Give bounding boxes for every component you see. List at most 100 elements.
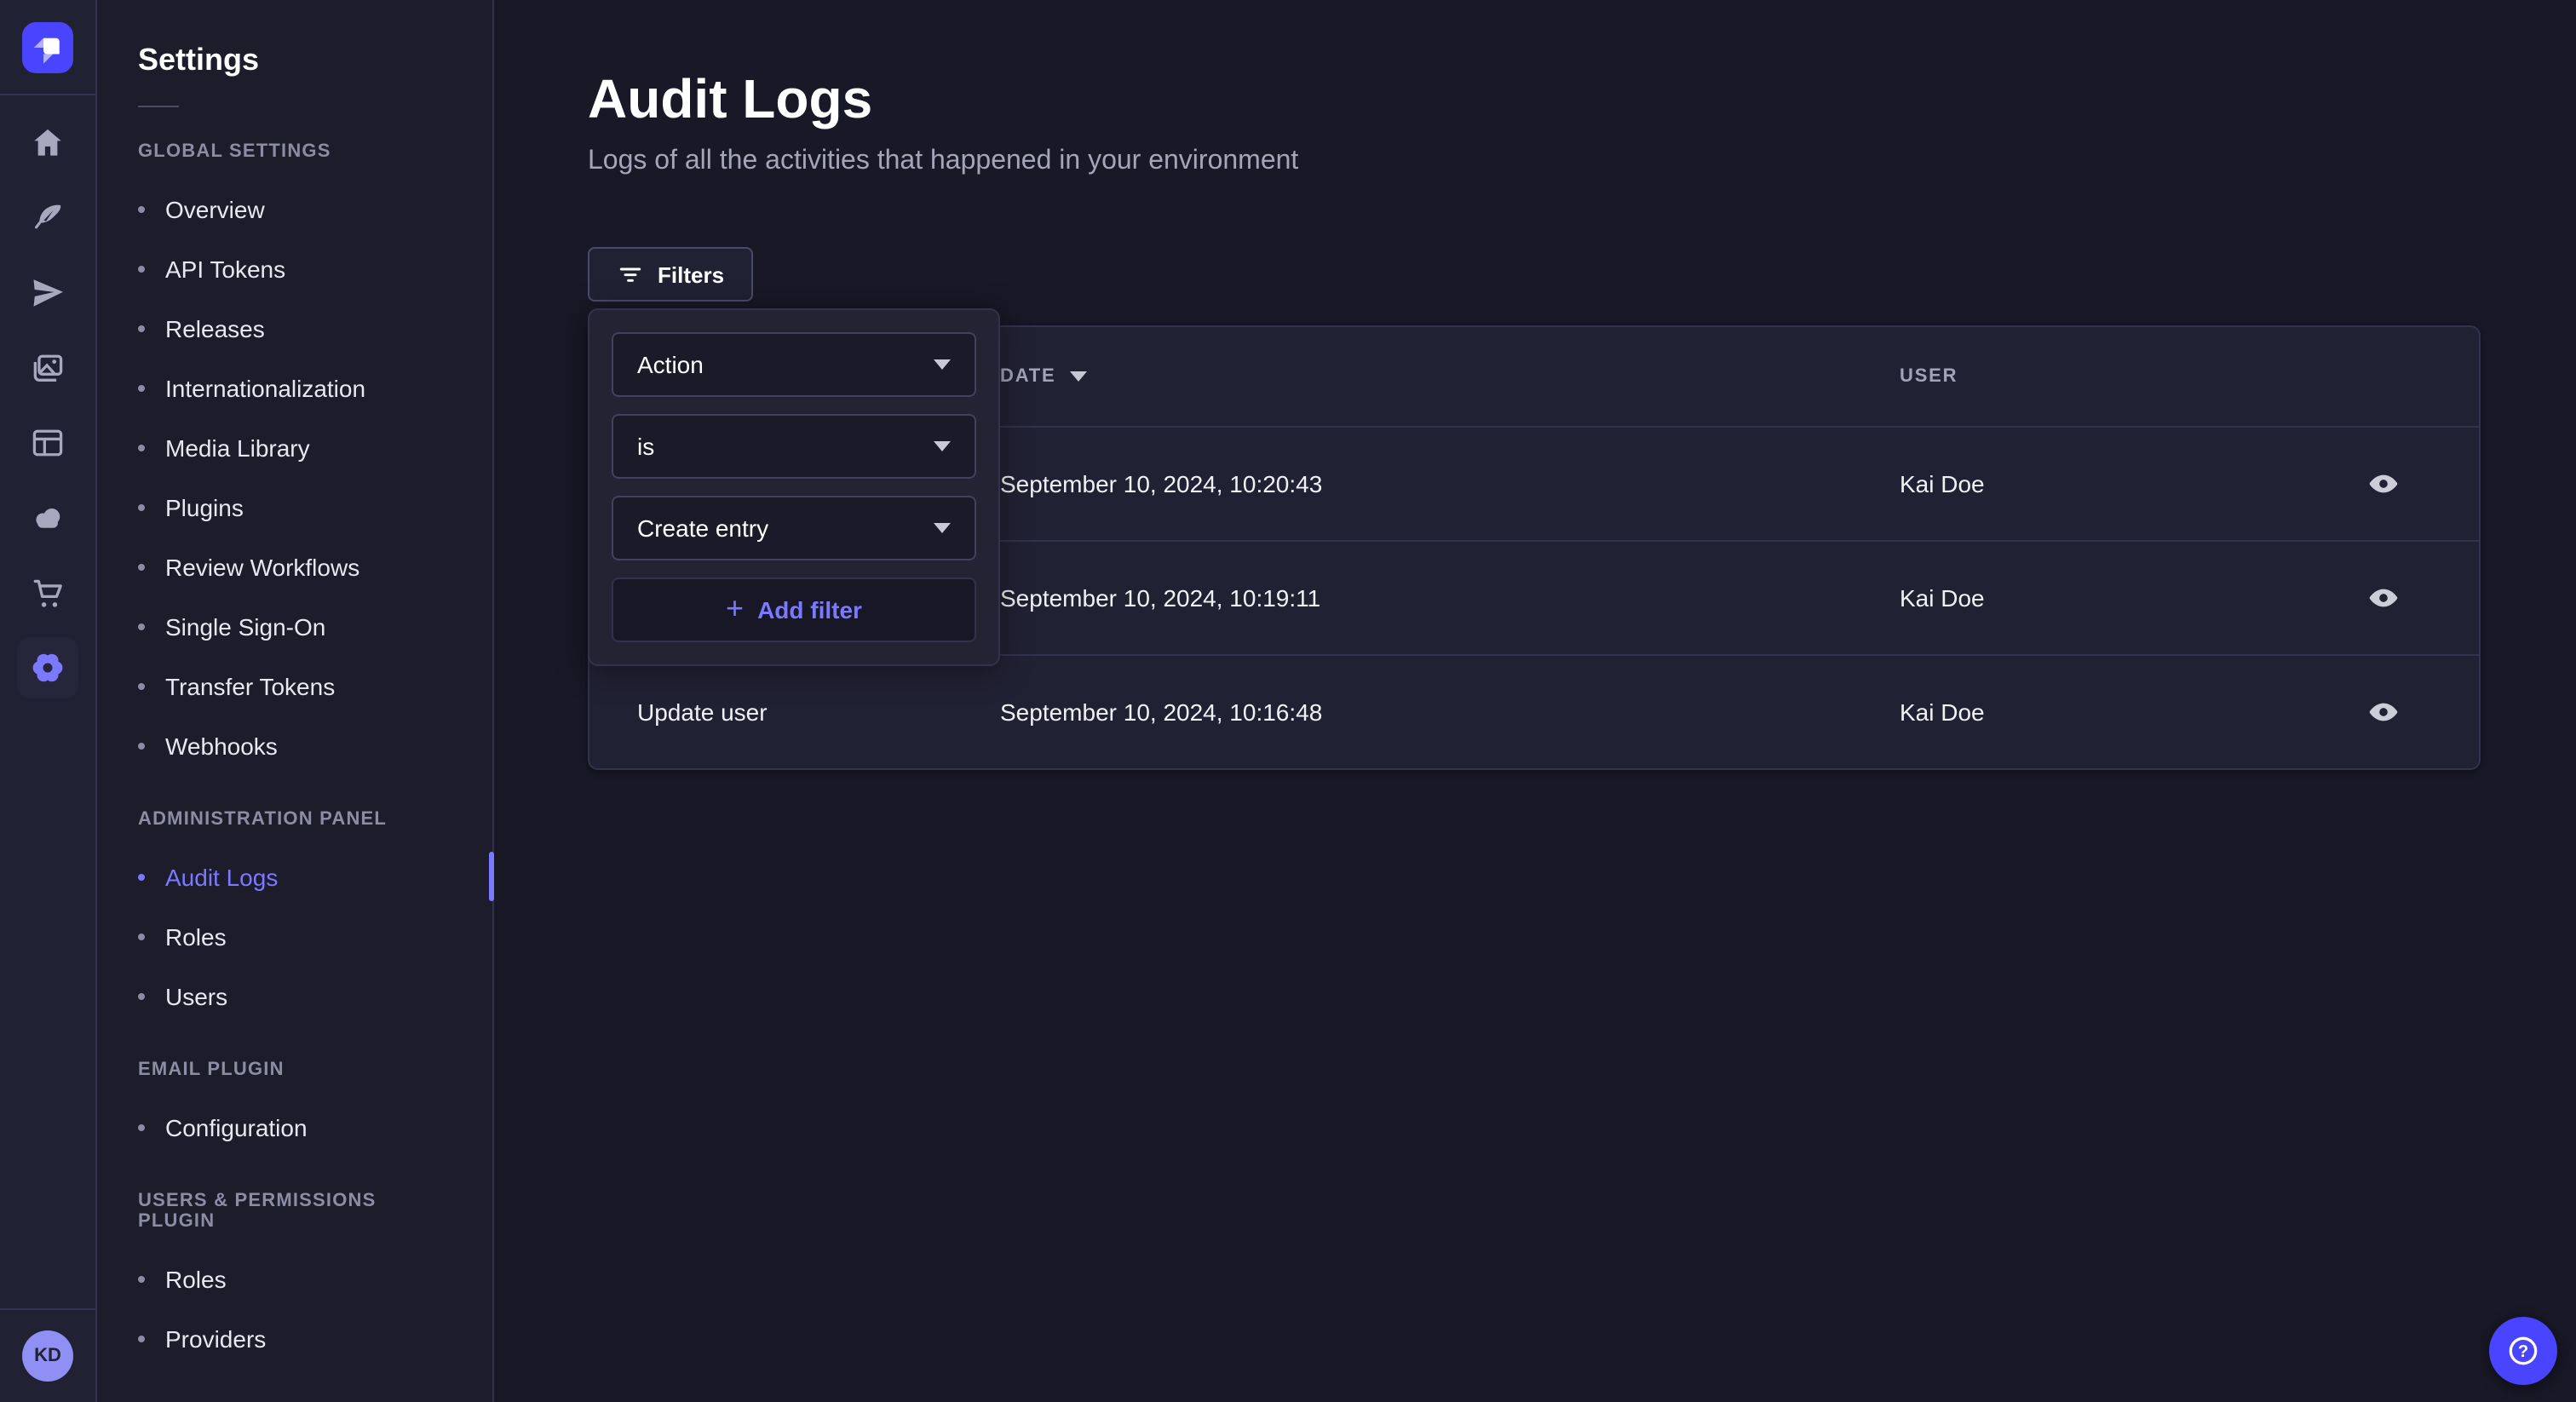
content-manager-button[interactable]: [17, 412, 78, 474]
sidebar-item-webhooks[interactable]: Webhooks: [97, 715, 492, 775]
filter-value-value: Create entry: [637, 514, 768, 542]
chevron-down-icon: [934, 523, 951, 533]
bullet-icon: [138, 873, 145, 880]
section-label-email-plugin: EMAIL PLUGIN: [138, 1060, 451, 1080]
filter-operator-value: is: [637, 433, 654, 460]
chevron-down-icon: [934, 441, 951, 451]
cell-action: Update user: [637, 698, 1000, 726]
bullet-icon: [138, 384, 145, 391]
rail-nav: [17, 95, 78, 698]
sidebar-item-up-providers[interactable]: Providers: [97, 1308, 492, 1368]
cloud-icon: [29, 499, 66, 537]
filter-value-select[interactable]: Create entry: [612, 496, 976, 560]
main-content: Audit Logs Logs of all the activities th…: [494, 0, 2576, 1402]
gear-icon: [29, 649, 66, 687]
sidebar-item-api-tokens[interactable]: API Tokens: [97, 238, 492, 298]
chevron-down-icon: [934, 359, 951, 370]
bullet-icon: [138, 265, 145, 272]
sidebar-item-plugins[interactable]: Plugins: [97, 477, 492, 537]
sidebar-item-admin-roles[interactable]: Roles: [97, 906, 492, 966]
cell-user: Kai Doe: [1900, 470, 2356, 497]
page-title: Audit Logs: [588, 68, 2481, 129]
sidebar-item-email-configuration[interactable]: Configuration: [97, 1097, 492, 1157]
sidebar-item-transfer-tokens[interactable]: Transfer Tokens: [97, 656, 492, 715]
bullet-icon: [138, 1275, 145, 1282]
table-row: Update user September 10, 2024, 10:16:48…: [589, 654, 2479, 768]
sidebar-item-audit-logs[interactable]: Audit Logs: [97, 847, 492, 906]
marketplace-button[interactable]: [17, 562, 78, 623]
section-list-email-plugin: Configuration: [97, 1097, 492, 1157]
media-library-button[interactable]: [17, 337, 78, 399]
filters-row: Filters Action is Create entry + Add fi: [588, 247, 2481, 302]
bullet-icon: [138, 325, 145, 331]
sidebar-item-overview[interactable]: Overview: [97, 179, 492, 238]
filter-popover: Action is Create entry + Add filter: [588, 308, 1000, 666]
eye-icon: [2366, 581, 2401, 615]
bullet-icon: [138, 682, 145, 689]
user-avatar[interactable]: KD: [22, 1330, 73, 1382]
home-icon: [29, 124, 66, 162]
section-list-administration-panel: Audit Logs Roles Users: [97, 847, 492, 1026]
add-filter-button[interactable]: + Add filter: [612, 577, 976, 642]
cell-row-actions: [2356, 457, 2479, 511]
cell-user: Kai Doe: [1900, 584, 2356, 612]
sidebar-item-review-workflows[interactable]: Review Workflows: [97, 537, 492, 596]
app-root: KD Settings GLOBAL SETTINGS Overview API…: [0, 0, 2576, 1402]
settings-sidebar: Settings GLOBAL SETTINGS Overview API To…: [97, 0, 494, 1402]
bullet-icon: [138, 1123, 145, 1130]
view-details-button[interactable]: [2356, 571, 2411, 625]
images-icon: [29, 349, 66, 387]
feather-icon: [29, 199, 66, 237]
sidebar-item-media-library[interactable]: Media Library: [97, 417, 492, 477]
sidebar-item-admin-users[interactable]: Users: [97, 966, 492, 1026]
eye-icon: [2366, 467, 2401, 501]
view-details-button[interactable]: [2356, 457, 2411, 511]
cell-date: September 10, 2024, 10:16:48: [1000, 698, 1900, 726]
settings-button[interactable]: [17, 637, 78, 698]
cloud-button[interactable]: [17, 487, 78, 549]
filter-attribute-select[interactable]: Action: [612, 332, 976, 397]
filters-button[interactable]: Filters: [588, 247, 753, 302]
cell-row-actions: [2356, 685, 2479, 739]
section-list-global-settings: Overview API Tokens Releases Internation…: [97, 179, 492, 775]
bullet-icon: [138, 503, 145, 510]
sidebar-title: Settings: [138, 37, 492, 82]
svg-text:?: ?: [2518, 1342, 2528, 1361]
page-subtitle: Logs of all the activities that happened…: [588, 143, 2481, 181]
filter-attribute-value: Action: [637, 351, 704, 378]
content-builder-button[interactable]: [17, 187, 78, 249]
sidebar-item-single-sign-on[interactable]: Single Sign-On: [97, 596, 492, 656]
bullet-icon: [138, 444, 145, 451]
home-button[interactable]: [17, 112, 78, 174]
view-details-button[interactable]: [2356, 685, 2411, 739]
bullet-icon: [138, 933, 145, 939]
plus-icon: +: [726, 593, 744, 623]
bullet-icon: [138, 992, 145, 999]
filter-operator-select[interactable]: is: [612, 414, 976, 479]
bullet-icon: [138, 1335, 145, 1342]
section-label-administration-panel: ADMINISTRATION PANEL: [138, 809, 451, 830]
cell-date: September 10, 2024, 10:20:43: [1000, 470, 1900, 497]
layout-icon: [29, 424, 66, 462]
sidebar-item-up-roles[interactable]: Roles: [97, 1249, 492, 1308]
question-mark-icon: ?: [2504, 1332, 2542, 1370]
section-list-users-permissions-plugin: Roles Providers: [97, 1249, 492, 1368]
sidebar-divider: [138, 106, 179, 107]
sort-desc-icon: [1069, 371, 1086, 382]
strapi-logo[interactable]: [22, 21, 73, 72]
section-label-global-settings: GLOBAL SETTINGS: [138, 141, 451, 162]
cell-user: Kai Doe: [1900, 698, 2356, 726]
main-nav-rail: KD: [0, 0, 97, 1402]
help-button[interactable]: ?: [2489, 1317, 2557, 1385]
cart-icon: [29, 574, 66, 612]
bullet-icon: [138, 205, 145, 212]
column-header-date[interactable]: DATE: [1000, 366, 1900, 387]
date-header-label: DATE: [1000, 366, 1055, 387]
bullet-icon: [138, 563, 145, 570]
section-label-users-permissions-plugin: USERS & PERMISSIONS PLUGIN: [138, 1191, 451, 1232]
sidebar-item-releases[interactable]: Releases: [97, 298, 492, 358]
sidebar-item-internationalization[interactable]: Internationalization: [97, 358, 492, 417]
filter-icon: [617, 261, 644, 288]
deploy-button[interactable]: [17, 262, 78, 324]
bullet-icon: [138, 623, 145, 629]
